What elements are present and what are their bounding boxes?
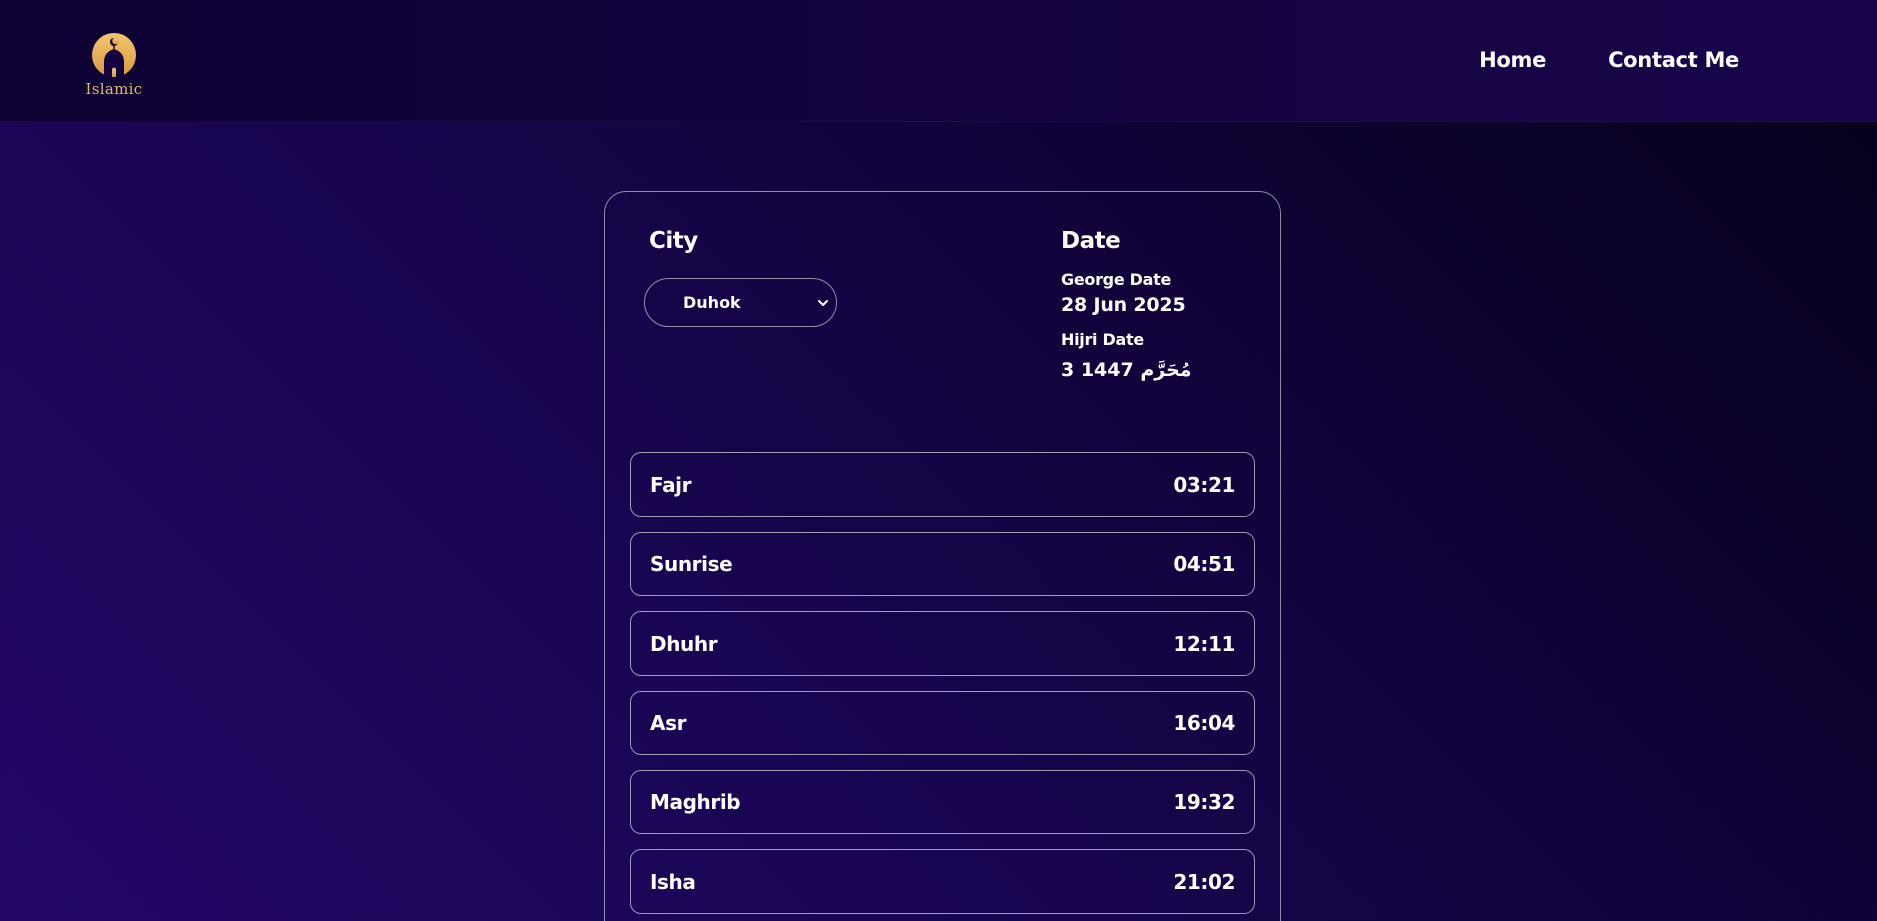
date-block: Date George Date 28 Jun 2025 Hijri Date … [1061, 228, 1261, 381]
prayer-name: Asr [650, 711, 687, 735]
city-heading: City [649, 228, 698, 254]
prayer-times-card: City Duhok Date George Date 28 Jun 2025 … [604, 191, 1281, 921]
prayer-row-sunrise: Sunrise 04:51 [630, 532, 1255, 596]
city-select-value: Duhok [683, 293, 741, 312]
date-heading: Date [1061, 228, 1121, 254]
prayer-times-list: Fajr 03:21 Sunrise 04:51 Dhuhr 12:11 Asr… [630, 452, 1255, 921]
gregorian-date-value: 28 Jun 2025 [1061, 294, 1186, 316]
hijri-date-label: Hijri Date [1061, 330, 1144, 349]
gregorian-date-label: George Date [1061, 270, 1172, 289]
prayer-time: 16:04 [1173, 711, 1235, 735]
hijri-date-value: 3 1447 مُحَرَّم [1061, 359, 1192, 381]
prayer-time: 19:32 [1173, 790, 1235, 814]
prayer-row-isha: Isha 21:02 [630, 849, 1255, 914]
prayer-time: 03:21 [1173, 472, 1235, 497]
nav-home-link[interactable]: Home [1479, 48, 1546, 72]
prayer-time: 04:51 [1173, 552, 1235, 576]
nav-links: Home Contact Me [1479, 48, 1739, 72]
chevron-down-icon [818, 300, 828, 306]
prayer-name: Isha [650, 869, 696, 894]
mosque-icon [92, 33, 136, 77]
prayer-name: Dhuhr [650, 631, 718, 656]
prayer-time: 21:02 [1173, 869, 1235, 894]
prayer-row-dhuhr: Dhuhr 12:11 [630, 611, 1255, 676]
logo-text: Islamic [85, 80, 143, 98]
prayer-time: 12:11 [1173, 631, 1235, 656]
prayer-name: Sunrise [650, 552, 733, 576]
prayer-name: Fajr [650, 472, 692, 497]
nav-contact-link[interactable]: Contact Me [1608, 48, 1739, 72]
navbar: Islamic Home Contact Me [0, 0, 1877, 122]
prayer-row-fajr: Fajr 03:21 [630, 452, 1255, 517]
prayer-name: Maghrib [650, 790, 741, 814]
logo[interactable]: Islamic [84, 32, 144, 106]
prayer-row-maghrib: Maghrib 19:32 [630, 770, 1255, 834]
city-select[interactable]: Duhok [644, 278, 837, 327]
prayer-row-asr: Asr 16:04 [630, 691, 1255, 755]
